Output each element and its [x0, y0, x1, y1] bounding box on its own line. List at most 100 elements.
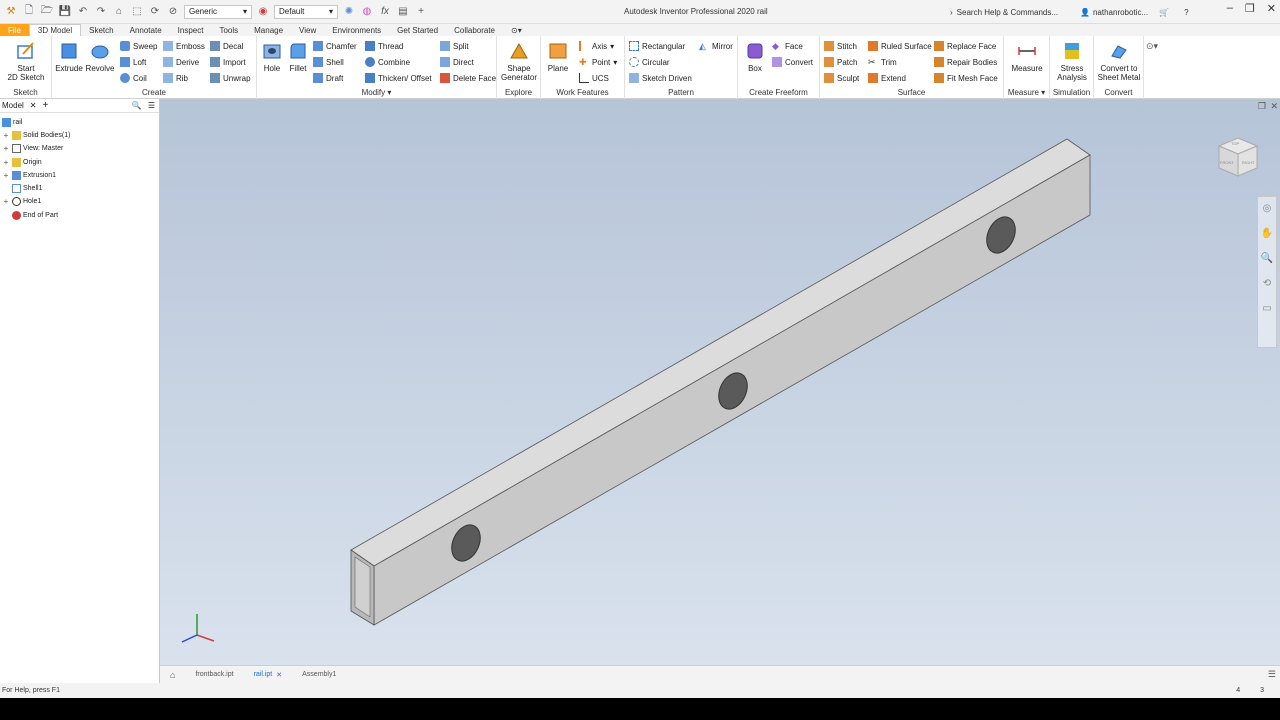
expand-icon[interactable]: + — [2, 158, 10, 167]
open-icon[interactable]: 🗁 — [40, 5, 54, 19]
help-search[interactable]: › Search Help & Commands... — [950, 4, 1070, 20]
select-icon[interactable]: ⬚ — [130, 5, 144, 19]
tab-environments[interactable]: Environments — [324, 24, 389, 36]
tab-collaborate[interactable]: Collaborate — [446, 24, 503, 36]
tab-get-started[interactable]: Get Started — [389, 24, 446, 36]
home-icon[interactable]: ⌂ — [112, 5, 126, 19]
help-search-input[interactable]: Search Help & Commands... — [957, 8, 1058, 17]
tree-item-shell1[interactable]: Shell1 — [2, 182, 42, 194]
panel-label-measure[interactable]: Measure ▾ — [1004, 88, 1049, 97]
color-wheel-icon[interactable]: ◉ — [256, 5, 270, 19]
window-close-icon[interactable]: ✕ — [1270, 101, 1278, 112]
fx-icon[interactable]: fx — [378, 5, 392, 19]
tree-item-end-of-part[interactable]: End of Part — [2, 209, 58, 221]
material-dropdown[interactable]: Default ▾ — [274, 4, 338, 19]
app-menu-icon[interactable]: ⚒ — [4, 5, 18, 19]
close-icon[interactable]: ✕ — [276, 671, 282, 679]
expand-icon[interactable]: + — [2, 171, 10, 180]
circular-pattern-button[interactable]: Circular — [629, 57, 670, 67]
help-icon[interactable]: ? — [1184, 8, 1188, 17]
revolve-button[interactable]: Revolve — [85, 40, 115, 73]
undo-icon[interactable]: ↶ — [76, 5, 90, 19]
thicken-offset-button[interactable]: Thicken/ Offset — [365, 73, 432, 83]
add-icon[interactable]: + — [43, 100, 49, 111]
fit-mesh-face-button[interactable]: Fit Mesh Face — [934, 73, 998, 83]
clear-appearance-icon[interactable]: ◍ — [360, 5, 374, 19]
browser-title[interactable]: Model — [2, 101, 24, 110]
import-button[interactable]: Import — [210, 57, 246, 67]
plane-button[interactable]: Plane — [543, 40, 573, 73]
point-button[interactable]: ✚ Point ▾ — [579, 57, 617, 67]
redo-icon[interactable]: ↷ — [94, 5, 108, 19]
patch-button[interactable]: Patch — [824, 57, 857, 67]
convert-sheet-metal-button[interactable]: Convert to Sheet Metal — [1096, 40, 1142, 82]
direct-button[interactable]: Direct — [440, 57, 474, 67]
extrude-button[interactable]: Extrude — [54, 40, 84, 73]
doc-tab-frontback[interactable]: frontback.ipt — [185, 666, 243, 684]
loft-button[interactable]: Loft — [120, 57, 146, 67]
tab-extra-icon[interactable]: ⊙▾ — [503, 24, 530, 36]
appearance-clear-icon[interactable]: ⊘ — [166, 5, 180, 19]
tree-item-origin[interactable]: + Origin — [2, 156, 42, 168]
fillet-button[interactable]: Fillet — [285, 40, 311, 73]
tree-item-view-master[interactable]: + View: Master — [2, 142, 63, 154]
stress-analysis-button[interactable]: Stress Analysis — [1052, 40, 1092, 82]
tab-tools[interactable]: Tools — [211, 24, 246, 36]
rectangular-pattern-button[interactable]: Rectangular — [629, 41, 685, 51]
face-button[interactable]: ◆ Face — [772, 41, 803, 51]
search-icon[interactable]: 🔍 — [132, 101, 142, 110]
tree-item-extrusion1[interactable]: + Extrusion1 — [2, 169, 56, 181]
ucs-button[interactable]: UCS — [579, 73, 609, 83]
save-icon[interactable]: 💾 — [58, 5, 72, 19]
window-restore-icon[interactable]: ❐ — [1258, 101, 1266, 112]
doc-tab-assembly1[interactable]: Assembly1 — [292, 666, 346, 684]
zoom-icon[interactable]: 🔍 — [1261, 253, 1273, 264]
emboss-button[interactable]: Emboss — [163, 41, 205, 51]
tab-3d-model[interactable]: 3D Model — [28, 24, 82, 36]
orbit-icon[interactable]: ⟲ — [1263, 278, 1271, 289]
tree-root[interactable]: rail — [2, 116, 22, 128]
stitch-button[interactable]: Stitch — [824, 41, 857, 51]
expand-icon[interactable]: + — [2, 144, 10, 153]
pan-icon[interactable]: ✋ — [1261, 228, 1273, 239]
cart-icon[interactable]: 🛒 — [1159, 8, 1169, 17]
model-rail[interactable] — [160, 99, 1280, 665]
ipt-icon[interactable]: ▤ — [396, 5, 410, 19]
repair-bodies-button[interactable]: Repair Bodies — [934, 57, 997, 67]
tree-item-solid-bodies[interactable]: + Solid Bodies(1) — [2, 129, 70, 141]
hole-button[interactable]: Hole — [259, 40, 285, 73]
tree-item-hole1[interactable]: + Hole1 — [2, 195, 41, 207]
thread-button[interactable]: Thread — [365, 41, 403, 51]
home-tab[interactable]: ⌂ — [160, 666, 185, 684]
appearance-dropdown[interactable]: Generic ▾ — [184, 4, 252, 19]
convert-button[interactable]: Convert — [772, 57, 813, 67]
unwrap-button[interactable]: Unwrap — [210, 73, 251, 83]
close-icon[interactable]: ✕ — [1267, 2, 1276, 15]
restore-icon[interactable]: ❐ — [1245, 2, 1255, 15]
expand-icon[interactable]: + — [2, 131, 10, 140]
menu-icon[interactable]: ☰ — [148, 101, 159, 110]
graphics-viewport[interactable]: TOP FRONT RIGHT ❐ ✕ ◎ ✋ 🔍 ⟲ ▭ — [160, 99, 1280, 665]
coil-button[interactable]: Coil — [120, 73, 147, 83]
user-account[interactable]: 👤 nathanrobotic... 🛒 ? — [1080, 4, 1189, 20]
split-button[interactable]: Split — [440, 41, 469, 51]
new-icon[interactable]: 🗋 — [22, 5, 36, 19]
sweep-button[interactable]: Sweep — [120, 41, 157, 51]
replace-face-button[interactable]: Replace Face — [934, 41, 996, 51]
rib-button[interactable]: Rib — [163, 73, 188, 83]
expand-icon[interactable]: + — [2, 197, 10, 206]
ribbon-options-icon[interactable]: ⊙▾ — [1146, 41, 1158, 52]
delete-face-button[interactable]: Delete Face — [440, 73, 496, 83]
ruled-surface-button[interactable]: Ruled Surface — [868, 41, 932, 51]
draft-button[interactable]: Draft — [313, 73, 343, 83]
start-2d-sketch-button[interactable]: Start 2D Sketch — [6, 40, 46, 82]
adjust-icon[interactable]: ✺ — [342, 5, 356, 19]
tab-view[interactable]: View — [291, 24, 324, 36]
trim-button[interactable]: ✂ Trim — [868, 57, 897, 67]
add-icon[interactable]: + — [414, 5, 428, 19]
measure-button[interactable]: Measure — [1006, 40, 1048, 73]
combine-button[interactable]: Combine — [365, 57, 410, 67]
extend-button[interactable]: Extend — [868, 73, 906, 83]
close-icon[interactable]: ✕ — [30, 101, 37, 110]
derive-button[interactable]: Derive — [163, 57, 199, 67]
